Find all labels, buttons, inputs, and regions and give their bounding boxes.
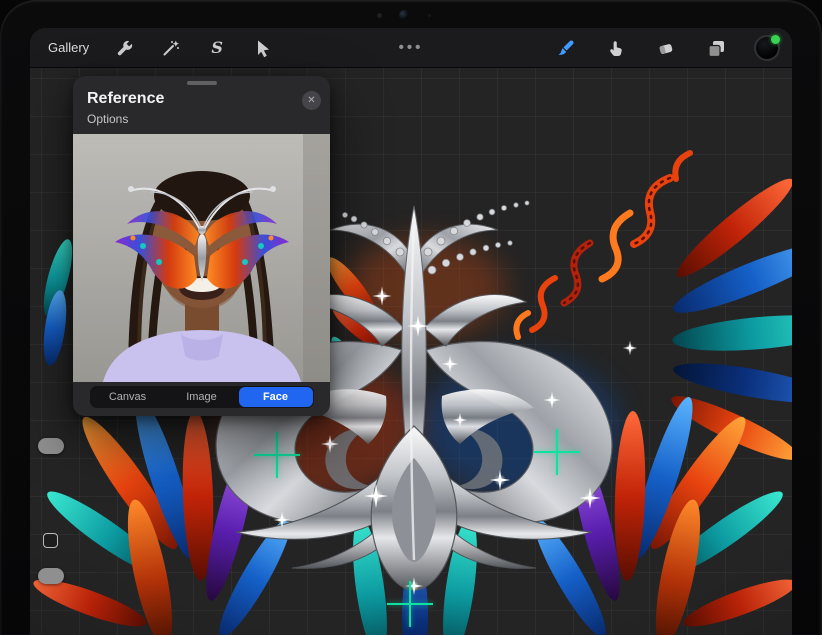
modify-button[interactable] bbox=[43, 533, 58, 548]
tab-image[interactable]: Image bbox=[165, 387, 239, 407]
brush-size-slider-handle[interactable] bbox=[38, 438, 64, 454]
toolbar-right-group bbox=[554, 28, 780, 68]
marketing-frame: Gallery S bbox=[0, 0, 822, 635]
toolbar-left-group: Gallery S bbox=[30, 36, 275, 60]
magic-wand-icon bbox=[161, 38, 181, 58]
toolbar-drag-handle[interactable]: ••• bbox=[393, 38, 430, 57]
front-sensor-dot bbox=[377, 13, 382, 18]
tab-face[interactable]: Face bbox=[239, 387, 313, 407]
reference-mode-segmented-control: Canvas Image Face bbox=[90, 386, 314, 408]
procreate-app-screen: Gallery S bbox=[30, 28, 792, 635]
ipad-bezel: Gallery S bbox=[0, 0, 822, 635]
paint-brush-icon bbox=[556, 38, 576, 58]
layers-icon bbox=[706, 38, 727, 59]
reference-panel-footer: Canvas Image Face bbox=[73, 382, 330, 416]
front-sensor-dot-small bbox=[428, 14, 431, 17]
erase-button[interactable] bbox=[654, 36, 678, 60]
selection-button[interactable]: S bbox=[205, 36, 229, 60]
reference-panel-header: Reference Options ✕ bbox=[73, 85, 330, 134]
panel-title: Reference bbox=[87, 89, 316, 109]
actions-button[interactable] bbox=[113, 36, 137, 60]
color-indicator-dot bbox=[771, 35, 780, 44]
eraser-icon bbox=[656, 38, 676, 58]
top-toolbar: Gallery S bbox=[30, 28, 792, 68]
reference-face-preview[interactable] bbox=[73, 134, 330, 382]
wrench-icon bbox=[115, 38, 135, 58]
paint-button[interactable] bbox=[554, 36, 578, 60]
transform-button[interactable] bbox=[251, 36, 275, 60]
close-icon[interactable]: ✕ bbox=[302, 91, 321, 110]
opacity-slider-handle[interactable] bbox=[38, 568, 64, 584]
tab-canvas[interactable]: Canvas bbox=[91, 387, 165, 407]
front-camera-lens bbox=[399, 10, 409, 20]
smudge-button[interactable] bbox=[604, 36, 628, 60]
reference-panel: Reference Options ✕ bbox=[73, 76, 330, 416]
smudge-finger-icon bbox=[606, 38, 626, 58]
selection-s-icon: S bbox=[211, 40, 223, 56]
active-color-swatch[interactable] bbox=[754, 35, 780, 61]
layers-button[interactable] bbox=[704, 36, 728, 60]
panel-subtitle[interactable]: Options bbox=[87, 112, 316, 126]
transform-arrow-icon bbox=[253, 38, 273, 58]
gallery-button[interactable]: Gallery bbox=[46, 38, 91, 57]
adjustments-button[interactable] bbox=[159, 36, 183, 60]
